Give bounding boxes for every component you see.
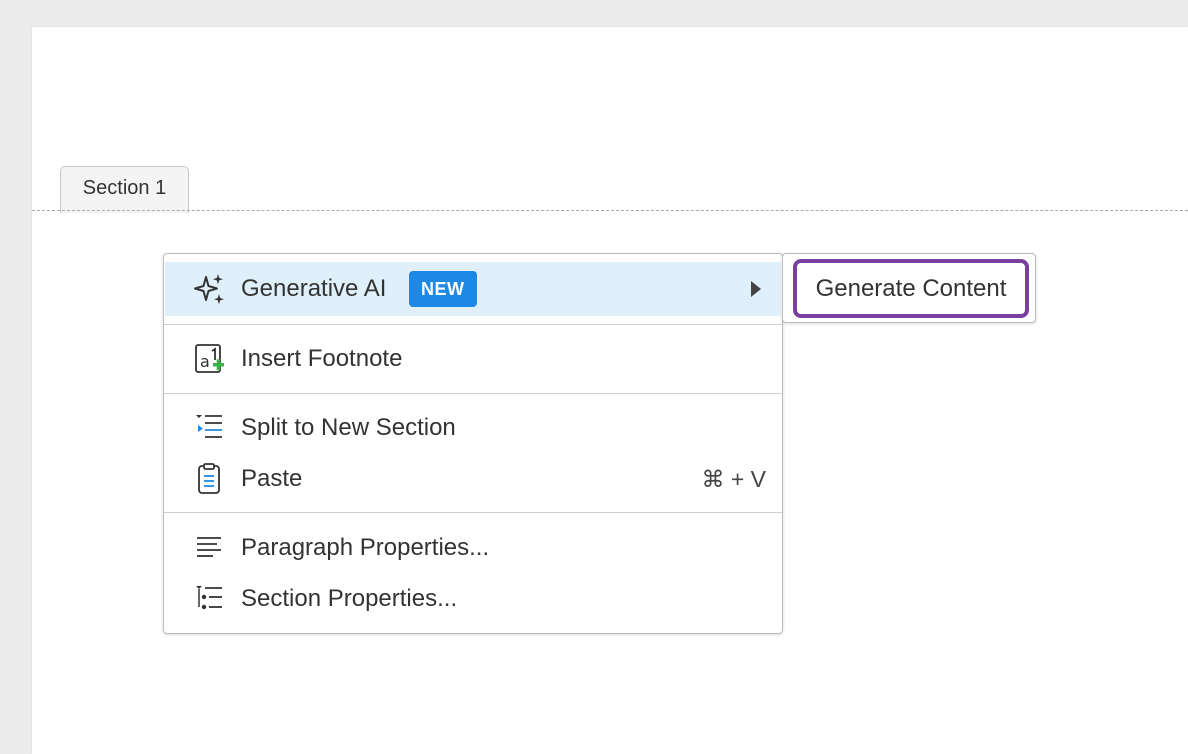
menu-item-generative-ai[interactable]: Generative AI NEW: [165, 262, 781, 316]
new-badge: NEW: [409, 271, 477, 307]
menu-divider: [164, 324, 782, 325]
menu-item-label: Generative AI: [241, 275, 387, 302]
section-properties-icon: [191, 582, 227, 616]
menu-item-section-properties[interactable]: Section Properties...: [165, 574, 781, 624]
submenu-item-label: Generate Content: [815, 274, 1007, 302]
clipboard-icon: [191, 462, 227, 496]
menu-item-label: Split to New Section: [241, 414, 456, 441]
menu-item-paragraph-properties[interactable]: Paragraph Properties...: [165, 523, 781, 573]
sparkles-icon: [191, 272, 227, 306]
menu-item-split-to-new-section[interactable]: Split to New Section: [165, 403, 781, 453]
generative-ai-submenu: Generate Content: [782, 253, 1036, 323]
menu-divider: [164, 512, 782, 513]
submenu-arrow-icon: [751, 281, 761, 297]
menu-item-label: Section Properties...: [241, 585, 458, 612]
split-section-icon: [191, 411, 227, 445]
paragraph-icon: [191, 531, 227, 565]
menu-item-insert-footnote[interactable]: a Insert Footnote: [165, 334, 781, 384]
generate-content-menu-item[interactable]: Generate Content: [793, 259, 1029, 318]
section-tab-label: Section 1: [82, 177, 167, 199]
menu-item-paste[interactable]: Paste ⌘ + V: [165, 454, 781, 504]
menu-item-label: Paragraph Properties...: [241, 534, 490, 561]
menu-item-label: Paste: [241, 465, 303, 492]
footnote-icon: a: [191, 342, 227, 376]
menu-divider: [164, 393, 782, 394]
menu-item-label: Insert Footnote: [241, 345, 403, 372]
paste-shortcut: ⌘ + V: [701, 465, 766, 492]
svg-text:a: a: [200, 352, 210, 371]
section-divider-line: [32, 210, 1188, 211]
context-menu: Generative AI NEW a Insert Footnote Spli…: [163, 253, 783, 634]
section-tab[interactable]: Section 1: [60, 166, 189, 213]
